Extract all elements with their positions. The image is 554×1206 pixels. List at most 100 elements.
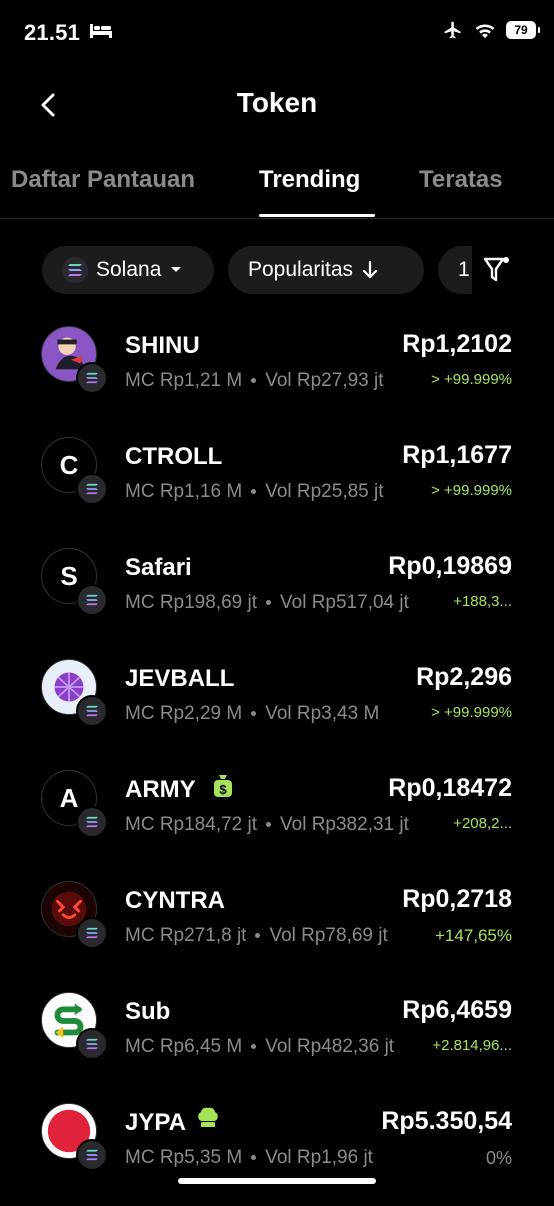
token-name: Safari — [125, 554, 192, 581]
solana-chain-icon — [76, 695, 108, 727]
token-row[interactable]: JEVBALL Rp2,296 MC Rp2,29 M Vol Rp3,43 M … — [0, 651, 554, 762]
token-price: Rp1,1677 — [402, 441, 512, 469]
solana-icon — [62, 257, 88, 283]
price-change: +188,3... — [453, 593, 512, 610]
solana-chain-icon — [76, 1139, 108, 1171]
caret-down-icon — [171, 267, 182, 272]
solana-chain-icon — [76, 473, 108, 505]
token-price: Rp0,2718 — [402, 885, 512, 913]
solana-chain-icon — [76, 584, 108, 616]
battery-level: 79 — [514, 23, 528, 37]
separator-dot — [255, 933, 261, 939]
token-initial: S — [60, 560, 78, 591]
sleep-icon — [90, 24, 112, 38]
header: Token — [0, 70, 554, 140]
separator-dot — [251, 378, 257, 384]
token-price: Rp5.350,54 — [381, 1107, 512, 1135]
tab-bar: Daftar Pantauan Trending Teratas — [0, 158, 554, 219]
token-stats: MC Rp1,16 M Vol Rp25,85 jt — [125, 481, 384, 503]
token-row[interactable]: A ARMY $ Rp0,18472 MC Rp184,72 jt Vol Rp3… — [0, 762, 554, 873]
tab-watchlist[interactable]: Daftar Pantauan — [11, 166, 195, 194]
chef-hat-icon — [198, 1107, 218, 1127]
volume: Vol Rp517,04 jt — [280, 592, 409, 613]
battery-icon: 79 — [506, 21, 540, 39]
token-initial: A — [59, 782, 79, 813]
filter-bar: Solana Popularitas 1 — [0, 246, 554, 294]
token-name: ARMY — [125, 776, 196, 803]
money-bag-icon: $ — [214, 775, 232, 797]
solana-chain-icon — [76, 917, 108, 949]
token-name: CTROLL — [125, 443, 223, 470]
token-row[interactable]: S Safari Rp0,19869 MC Rp198,69 jt Vol Rp5… — [0, 540, 554, 651]
solana-chain-icon — [76, 1028, 108, 1060]
market-cap: MC Rp2,29 M — [125, 703, 243, 724]
active-tab-indicator — [259, 214, 375, 217]
price-change: > +99.999% — [431, 371, 512, 388]
airplane-icon — [444, 21, 461, 39]
market-cap: MC Rp198,69 jt — [125, 592, 258, 613]
market-cap: MC Rp1,16 M — [125, 481, 243, 502]
token-price: Rp1,2102 — [402, 330, 512, 358]
svg-text:$: $ — [219, 782, 227, 797]
solana-chain-icon — [76, 362, 108, 394]
market-cap: MC Rp184,72 jt — [125, 814, 258, 835]
token-row[interactable]: Sub Rp6,4659 MC Rp6,45 M Vol Rp482,36 jt … — [0, 984, 554, 1095]
filter-icon — [483, 257, 509, 282]
token-price: Rp6,4659 — [402, 996, 512, 1024]
price-change: +208,2... — [453, 815, 512, 832]
sort-label: Popularitas — [248, 258, 354, 281]
token-price: Rp2,296 — [416, 663, 512, 691]
solana-chain-icon — [76, 806, 108, 838]
token-stats: MC Rp5,35 M Vol Rp1,96 jt — [125, 1147, 373, 1169]
token-row[interactable]: C CTROLL Rp1,1677 MC Rp1,16 M Vol Rp25,85… — [0, 429, 554, 540]
separator-dot — [251, 1044, 257, 1050]
token-name: SHINU — [125, 332, 200, 359]
separator-dot — [251, 1155, 257, 1161]
separator-dot — [266, 822, 272, 828]
time-range-label: 1 — [458, 258, 470, 281]
wifi-icon — [475, 24, 495, 39]
volume: Vol Rp482,36 jt — [265, 1036, 395, 1057]
volume: Vol Rp25,85 jt — [265, 481, 384, 502]
token-stats: MC Rp6,45 M Vol Rp482,36 jt — [125, 1036, 394, 1058]
separator-dot — [266, 600, 272, 606]
network-label: Solana — [96, 258, 162, 281]
market-cap: MC Rp5,35 M — [125, 1147, 243, 1168]
token-row[interactable]: JYPA Rp5.350,54 MC Rp5,35 M Vol Rp1,96 jt… — [0, 1095, 554, 1206]
price-change: > +99.999% — [431, 704, 512, 721]
volume: Vol Rp27,93 jt — [265, 370, 384, 391]
token-stats: MC Rp2,29 M Vol Rp3,43 M — [125, 703, 379, 725]
market-cap: MC Rp271,8 jt — [125, 925, 247, 946]
home-indicator — [178, 1178, 376, 1184]
token-stats: MC Rp184,72 jt Vol Rp382,31 jt — [125, 814, 409, 836]
token-stats: MC Rp198,69 jt Vol Rp517,04 jt — [125, 592, 409, 614]
token-row[interactable]: CYNTRA Rp0,2718 MC Rp271,8 jt Vol Rp78,69… — [0, 873, 554, 984]
token-name: JEVBALL — [125, 665, 235, 692]
filter-button[interactable] — [472, 246, 522, 294]
separator-dot — [251, 711, 257, 717]
network-dropdown[interactable]: Solana — [42, 246, 214, 294]
volume: Vol Rp3,43 M — [265, 703, 380, 724]
token-row[interactable]: SHINU Rp1,2102 MC Rp1,21 M Vol Rp27,93 jt… — [0, 318, 554, 429]
arrow-down-icon — [362, 260, 378, 279]
price-change: +2.814,96... — [432, 1037, 512, 1054]
token-name: CYNTRA — [125, 887, 225, 914]
token-price: Rp0,19869 — [388, 552, 512, 580]
token-stats: MC Rp271,8 jt Vol Rp78,69 jt — [125, 925, 388, 947]
token-initial: C — [59, 449, 79, 480]
token-price: Rp0,18472 — [388, 774, 512, 802]
volume: Vol Rp78,69 jt — [269, 925, 388, 946]
volume: Vol Rp1,96 jt — [265, 1147, 373, 1168]
price-change: 0% — [485, 1148, 512, 1168]
status-bar: 21.51 79 — [0, 0, 554, 60]
price-change: +147,65% — [434, 926, 512, 945]
tab-top[interactable]: Teratas — [419, 166, 503, 194]
sort-dropdown[interactable]: Popularitas — [228, 246, 424, 294]
market-cap: MC Rp6,45 M — [125, 1036, 243, 1057]
status-time: 21.51 — [24, 20, 81, 45]
page-title: Token — [236, 87, 318, 118]
price-change: > +99.999% — [431, 482, 512, 499]
token-stats: MC Rp1,21 M Vol Rp27,93 jt — [125, 370, 384, 392]
tab-trending[interactable]: Trending — [259, 166, 360, 194]
market-cap: MC Rp1,21 M — [125, 370, 243, 391]
